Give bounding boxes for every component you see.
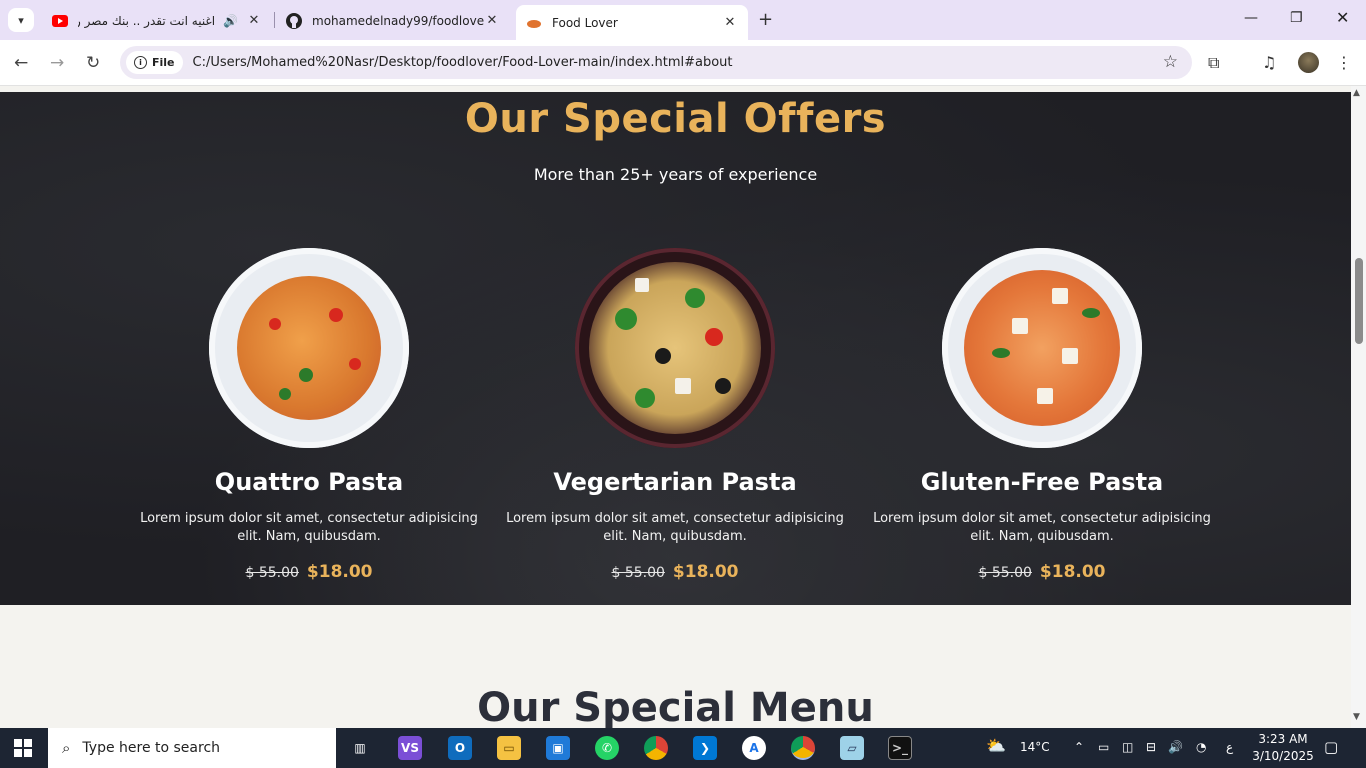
keyboard-language[interactable]: ع: [1226, 740, 1233, 754]
scrollbar-thumb[interactable]: [1355, 258, 1363, 344]
new-price: $18.00: [1039, 562, 1106, 582]
youtube-icon: [52, 13, 68, 29]
tab-youtube[interactable]: اغنيه انت تقدر .. بنك مصر رمضان 🔊 ✕: [46, 5, 268, 36]
search-icon: ⌕: [62, 739, 71, 757]
clock-time: 3:23 AM: [1258, 732, 1308, 746]
terminal-icon[interactable]: >_: [888, 736, 912, 760]
weather-temp[interactable]: 14°C: [1020, 740, 1050, 754]
card-description: Lorem ipsum dolor sit amet, consectetur …: [873, 511, 1211, 544]
profile-avatar[interactable]: [1298, 52, 1319, 73]
task-view-icon[interactable]: ▥: [348, 736, 372, 760]
scroll-down-icon[interactable]: ▼: [1353, 712, 1360, 722]
offers-subheading: More than 25+ years of experience: [533, 165, 818, 184]
old-price: $ 55.00: [978, 565, 1032, 581]
scroll-up-icon[interactable]: ▲: [1353, 88, 1360, 98]
restore-icon[interactable]: ❐: [1290, 10, 1303, 26]
new-price: $18.00: [672, 562, 739, 582]
reload-icon[interactable]: ↻: [86, 53, 100, 73]
network-icon[interactable]: ⊟: [1146, 740, 1156, 754]
site-info-chip[interactable]: i File: [126, 51, 183, 74]
clock-date: 3/10/2025: [1252, 749, 1314, 763]
new-price: $18.00: [306, 562, 373, 582]
store-icon[interactable]: ▣: [546, 736, 570, 760]
gluten-free-pasta-image: [942, 248, 1142, 448]
windows-start-icon[interactable]: [14, 739, 32, 757]
outlook-icon[interactable]: O: [448, 736, 472, 760]
vscode-icon[interactable]: ❯: [693, 736, 717, 760]
old-price: $ 55.00: [245, 565, 299, 581]
tab-search-button[interactable]: ▾: [8, 8, 34, 32]
card-description: Lorem ipsum dolor sit amet, consectetur …: [506, 511, 844, 544]
tab-title: اغنيه انت تقدر .. بنك مصر رمضان: [78, 13, 216, 28]
android-studio-icon[interactable]: A: [742, 736, 766, 760]
file-explorer-icon[interactable]: ▭: [497, 736, 521, 760]
special-offers-section: Our Special Offers More than 25+ years o…: [0, 92, 1351, 605]
windows-taskbar: ⌕ Type here to search ▥ VS O ▭ ▣ ✆ ❯ A ▱…: [0, 728, 1366, 768]
tab-food-lover[interactable]: Food Lover ✕: [516, 5, 748, 40]
offer-card-quattro: Quattro Pasta Lorem ipsum dolor sit amet…: [139, 248, 479, 582]
back-icon[interactable]: ←: [14, 53, 28, 73]
extensions-icon[interactable]: ⧉: [1208, 53, 1219, 73]
bookmark-star-icon[interactable]: ☆: [1163, 52, 1178, 72]
close-tab-icon[interactable]: ✕: [246, 13, 262, 28]
weather-icon[interactable]: ⛅: [986, 736, 1006, 755]
volume-icon[interactable]: 🔊: [1168, 740, 1183, 754]
tab-title: mohamedelnady99/foodlover-: [312, 13, 484, 28]
notifications-icon[interactable]: ▢: [1324, 738, 1338, 756]
card-title: Vegertarian Pasta: [553, 468, 797, 496]
close-window-icon[interactable]: ✕: [1336, 8, 1349, 27]
chevron-up-icon[interactable]: ⌃: [1074, 740, 1084, 754]
new-tab-icon[interactable]: +: [758, 9, 773, 30]
battery-icon[interactable]: ▭: [1098, 740, 1109, 754]
menu-kebab-icon[interactable]: ⋮: [1336, 53, 1352, 72]
minimize-icon[interactable]: —: [1244, 10, 1258, 26]
close-tab-icon[interactable]: ✕: [484, 13, 500, 28]
old-price: $ 55.00: [611, 565, 665, 581]
offers-heading: Our Special Offers: [464, 96, 887, 142]
audio-playing-icon[interactable]: 🔊: [223, 14, 238, 28]
card-price: $ 55.00 $18.00: [505, 562, 845, 582]
card-price: $ 55.00 $18.00: [139, 562, 479, 582]
close-tab-icon[interactable]: ✕: [722, 15, 738, 30]
chrome-icon[interactable]: [644, 736, 668, 760]
taskbar-search-box[interactable]: ⌕ Type here to search: [48, 728, 336, 768]
card-price: $ 55.00 $18.00: [872, 562, 1212, 582]
menu-heading: Our Special Menu: [477, 685, 874, 728]
forward-icon[interactable]: →: [50, 53, 64, 73]
visual-studio-icon[interactable]: VS: [398, 736, 422, 760]
tab-title: Food Lover: [552, 15, 618, 30]
notepad-icon[interactable]: ▱: [840, 736, 864, 760]
address-bar[interactable]: i File C:/Users/Mohamed%20Nasr/Desktop/f…: [120, 46, 1192, 79]
page-viewport: Our Special Offers More than 25+ years o…: [0, 92, 1351, 728]
quattro-pasta-image: [209, 248, 409, 448]
food-lover-favicon: [526, 15, 542, 31]
search-placeholder: Type here to search: [82, 740, 221, 756]
tab-github[interactable]: mohamedelnady99/foodlover- ✕: [280, 5, 506, 36]
card-title: Quattro Pasta: [214, 468, 404, 496]
chrome-active-icon[interactable]: [791, 736, 815, 760]
camera-icon[interactable]: ◫: [1122, 740, 1133, 754]
card-title: Gluten-Free Pasta: [920, 468, 1164, 496]
card-description: Lorem ipsum dolor sit amet, consectetur …: [140, 511, 478, 544]
browser-toolbar: ← → ↻ i File C:/Users/Mohamed%20Nasr/Des…: [0, 40, 1366, 86]
github-icon: [286, 12, 302, 29]
site-info-label: File: [152, 56, 175, 69]
browser-tab-strip: ▾ اغنيه انت تقدر .. بنك مصر رمضان 🔊 ✕ mo…: [0, 0, 1366, 40]
page-scrollbar[interactable]: ▲ ▼: [1351, 86, 1366, 728]
whatsapp-icon[interactable]: ✆: [595, 736, 619, 760]
chevron-down-icon: ▾: [18, 13, 24, 27]
info-icon: i: [134, 56, 147, 69]
system-clock[interactable]: 3:23 AM 3/10/2025: [1248, 731, 1318, 765]
media-controls-icon[interactable]: ♫: [1262, 53, 1276, 72]
url-text[interactable]: C:/Users/Mohamed%20Nasr/Desktop/foodlove…: [193, 55, 733, 70]
offer-card-gluten-free: Gluten-Free Pasta Lorem ipsum dolor sit …: [872, 248, 1212, 582]
wifi-icon[interactable]: ◔: [1196, 740, 1206, 754]
offer-card-vegetarian: Vegertarian Pasta Lorem ipsum dolor sit …: [505, 248, 845, 582]
vegetarian-pasta-image: [575, 248, 775, 448]
